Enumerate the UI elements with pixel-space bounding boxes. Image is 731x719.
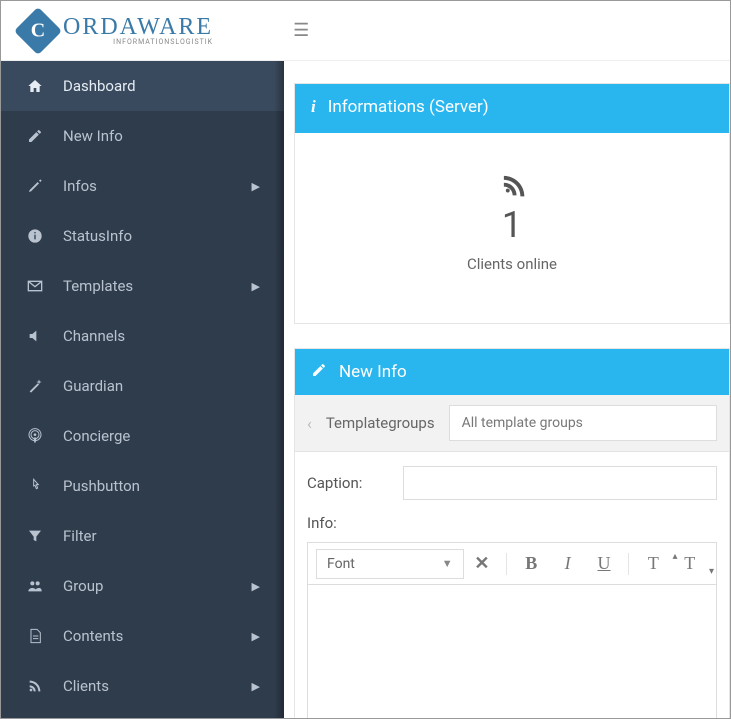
templategroups-bar: ‹ Templategroups All template groups (295, 395, 729, 452)
subscript-button[interactable]: T▾ (672, 549, 708, 579)
informations-panel: i Informations (Server) 1 Clients online (294, 83, 730, 324)
pencil-icon (25, 178, 45, 194)
sidebar: Dashboard New Info Infos ▶ StatusInfo Templat… (1, 61, 284, 718)
clients-label: Clients online (305, 255, 719, 273)
sidebar-item-contents[interactable]: Contents ▶ (1, 611, 284, 661)
caption-label: Caption: (307, 474, 381, 492)
newinfo-panel: New Info ‹ Templategroups All template g… (294, 348, 730, 718)
superscript-button[interactable]: T▴ (635, 549, 671, 579)
info-label: Info: (295, 506, 729, 534)
font-select[interactable]: Font ▼ (316, 549, 464, 579)
file-icon (25, 628, 45, 644)
logo-mark: C (14, 6, 62, 54)
sidebar-item-infos[interactable]: Infos ▶ (1, 161, 284, 211)
sidebar-item-label: Group (63, 577, 103, 595)
sidebar-item-label: Channels (63, 327, 125, 345)
caption-input[interactable] (403, 466, 717, 500)
filter-icon (25, 528, 45, 544)
envelope-icon (25, 278, 45, 294)
volume-icon (25, 328, 45, 344)
sidebar-item-label: Filter (63, 527, 97, 545)
sidebar-item-group[interactable]: Group ▶ (1, 561, 284, 611)
topbar: C ORDAWARE INFORMATIONSLOGISTIK ☰ (1, 1, 730, 61)
newinfo-panel-header: New Info (295, 349, 729, 395)
bold-button[interactable]: B (513, 549, 549, 579)
sidebar-item-templates[interactable]: Templates ▶ (1, 261, 284, 311)
main-content: i Informations (Server) 1 Clients online… (284, 61, 730, 718)
templategroups-select[interactable]: All template groups (449, 405, 717, 441)
sidebar-item-label: New Info (63, 127, 123, 145)
clients-count: 1 (305, 207, 719, 243)
chevron-right-icon: ▶ (252, 180, 260, 193)
edit-icon (25, 128, 45, 144)
informations-panel-header: i Informations (Server) (295, 84, 729, 130)
logo-tagline: INFORMATIONSLOGISTIK (63, 39, 213, 46)
sidebar-item-statusinfo[interactable]: StatusInfo (1, 211, 284, 261)
chevron-left-icon[interactable]: ‹ (307, 414, 312, 433)
informations-title: Informations (Server) (328, 97, 489, 117)
sidebar-item-label: Concierge (63, 427, 130, 445)
sidebar-item-new-info[interactable]: New Info (1, 111, 284, 161)
info-icon (25, 228, 45, 244)
group-icon (25, 578, 45, 594)
rss-icon (305, 173, 719, 203)
editor-toolbar: Font ▼ ✕ B I U T▴ T▾ (307, 542, 717, 584)
sidebar-item-dashboard[interactable]: Dashboard (1, 61, 284, 111)
sidebar-item-label: Clients (63, 677, 109, 695)
sidebar-item-label: Pushbutton (63, 477, 140, 495)
sidebar-item-concierge[interactable]: Concierge (1, 411, 284, 461)
chevron-down-icon: ▼ (442, 557, 453, 570)
sidebar-item-filter[interactable]: Filter (1, 511, 284, 561)
edit-icon (311, 362, 327, 383)
podcast-icon (25, 428, 45, 444)
sidebar-item-guardian[interactable]: Guardian (1, 361, 284, 411)
rss-icon (25, 678, 45, 694)
chevron-right-icon: ▶ (252, 630, 260, 643)
underline-button[interactable]: U (586, 549, 622, 579)
templategroups-label: Templategroups (326, 414, 435, 432)
chevron-right-icon: ▶ (252, 680, 260, 693)
toolbar-separator (628, 553, 629, 575)
pointer-icon (25, 478, 45, 494)
sidebar-item-label: StatusInfo (63, 227, 132, 245)
sidebar-item-label: Contents (63, 627, 123, 645)
sidebar-item-label: Infos (63, 177, 97, 195)
toolbar-separator (506, 553, 507, 575)
editor-body[interactable] (307, 584, 717, 718)
wand-icon (25, 378, 45, 394)
sidebar-item-pushbutton[interactable]: Pushbutton (1, 461, 284, 511)
informations-body: 1 Clients online (295, 130, 729, 323)
hamburger-icon[interactable]: ☰ (293, 20, 309, 41)
sidebar-item-label: Templates (63, 277, 133, 295)
templategroups-value: All template groups (462, 415, 583, 431)
home-icon (25, 78, 45, 94)
sidebar-item-channels[interactable]: Channels (1, 311, 284, 361)
logo-wordmark: ORDAWARE (63, 15, 213, 39)
caption-row: Caption: (295, 452, 729, 506)
chevron-right-icon: ▶ (252, 580, 260, 593)
logo[interactable]: C ORDAWARE INFORMATIONSLOGISTIK (21, 14, 213, 48)
chevron-right-icon: ▶ (252, 280, 260, 293)
sidebar-item-label: Dashboard (63, 77, 136, 95)
sidebar-item-label: Guardian (63, 377, 123, 395)
info-icon: i (311, 97, 316, 117)
sidebar-item-clients[interactable]: Clients ▶ (1, 661, 284, 711)
italic-button[interactable]: I (549, 549, 585, 579)
clear-font-button[interactable]: ✕ (464, 549, 500, 579)
font-select-label: Font (327, 556, 355, 572)
newinfo-title: New Info (339, 362, 407, 382)
logo-letter: C (31, 19, 45, 42)
